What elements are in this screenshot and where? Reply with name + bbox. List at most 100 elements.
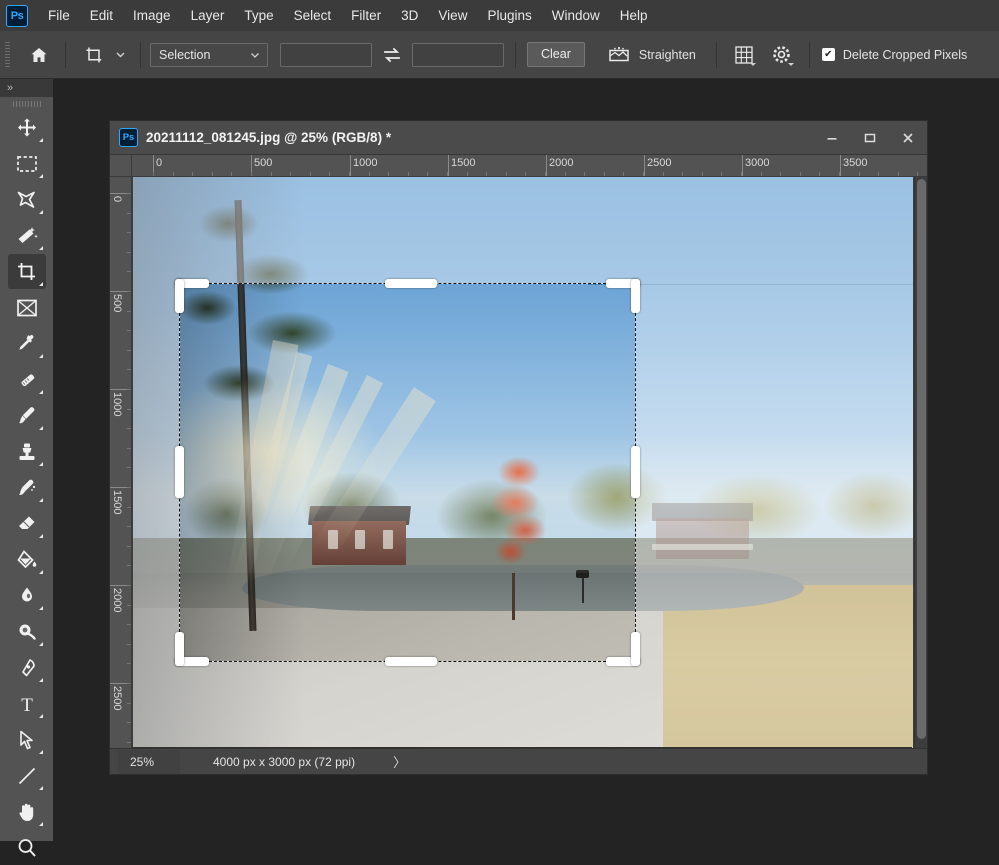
expand-panel-icon[interactable]: » — [7, 82, 13, 94]
frame-tool[interactable] — [8, 290, 46, 325]
options-bar-grip[interactable] — [5, 41, 10, 68]
crop-height-input[interactable] — [412, 42, 504, 67]
eyedropper-tool[interactable] — [8, 326, 46, 361]
flyout-triangle-icon — [38, 210, 43, 214]
menu-layer[interactable]: Layer — [181, 4, 235, 27]
menu-3d[interactable]: 3D — [391, 4, 428, 27]
straighten-button[interactable]: Straighten — [599, 42, 704, 68]
menu-edit[interactable]: Edit — [80, 4, 123, 27]
paint-bucket-tool[interactable] — [8, 542, 46, 577]
hand-tool[interactable] — [8, 794, 46, 829]
document-dimensions-label: 4000 px x 3000 px (72 ppi) — [213, 754, 356, 769]
crop-handle-left-middle[interactable] — [175, 446, 184, 498]
crop-handle-top-right-v[interactable] — [631, 279, 640, 313]
crop-dim-left — [133, 284, 180, 661]
menu-select[interactable]: Select — [284, 4, 342, 27]
history-brush-tool[interactable] — [8, 470, 46, 505]
zoom-tool[interactable] — [8, 830, 46, 865]
menu-plugins[interactable]: Plugins — [477, 4, 541, 27]
divider — [65, 41, 66, 68]
crop-handle-right-middle[interactable] — [631, 446, 640, 498]
flyout-triangle-icon — [38, 678, 43, 682]
zoom-level-field[interactable]: 25% — [118, 749, 180, 774]
delete-cropped-pixels-checkbox[interactable]: ✔ Delete Cropped Pixels — [821, 48, 967, 62]
tools-panel-grip[interactable] — [12, 101, 41, 107]
straighten-label: Straighten — [638, 47, 696, 62]
horizontal-ruler[interactable]: 0 500 1000 1500 2000 2500 3000 3500 — [132, 155, 927, 177]
crop-selection-rect[interactable] — [179, 283, 636, 662]
rectangular-marquee-tool[interactable] — [8, 146, 46, 181]
crop-handle-top-left-v[interactable] — [175, 279, 184, 313]
flyout-triangle-icon — [38, 714, 43, 718]
vertical-scrollbar-thumb[interactable] — [917, 179, 926, 739]
document-file-icon: Ps — [119, 128, 138, 147]
crop-ratio-value: Selection — [159, 47, 211, 62]
line-shape-tool[interactable] — [8, 758, 46, 793]
vertical-ruler[interactable]: 0 500 1000 1500 2000 2500 — [110, 177, 132, 760]
crop-handle-top-middle[interactable] — [385, 279, 437, 288]
pen-tool[interactable] — [8, 650, 46, 685]
menu-filter[interactable]: Filter — [341, 4, 391, 27]
crop-tool[interactable] — [7, 254, 46, 289]
flyout-triangle-icon — [38, 786, 43, 790]
ruler-v-label: 500 — [111, 294, 123, 313]
flyout-triangle-icon — [38, 246, 43, 250]
crop-dim-bottom — [133, 661, 913, 760]
crop-width-input[interactable] — [280, 42, 372, 67]
smudge-tool[interactable] — [8, 578, 46, 613]
document-window: Ps 20211112_081245.jpg @ 25% (RGB/8) * 0… — [109, 120, 928, 775]
lasso-tool[interactable] — [8, 182, 46, 217]
crop-tool-icon[interactable] — [79, 40, 109, 70]
status-expand-arrow-icon[interactable]: 〉 — [393, 752, 406, 771]
tools-panel-header: » — [0, 79, 53, 97]
crop-dim-top — [133, 177, 913, 284]
minimize-button[interactable] — [813, 122, 851, 154]
menu-file[interactable]: File — [38, 4, 80, 27]
move-tool[interactable] — [8, 110, 46, 145]
crop-handle-bottom-middle[interactable] — [385, 657, 437, 666]
document-image[interactable] — [133, 177, 913, 760]
crop-tool-preset-chevron[interactable] — [109, 40, 131, 70]
checkbox-checked-icon: ✔ — [821, 48, 835, 61]
brush-tool[interactable] — [8, 398, 46, 433]
crop-dim-right — [635, 284, 913, 661]
menu-view[interactable]: View — [428, 4, 477, 27]
menu-help[interactable]: Help — [610, 4, 658, 27]
document-title-bar[interactable]: Ps 20211112_081245.jpg @ 25% (RGB/8) * — [110, 121, 927, 155]
path-selection-tool[interactable] — [8, 722, 46, 757]
crop-ratio-select[interactable]: Selection — [150, 42, 268, 67]
magic-wand-tool[interactable] — [8, 218, 46, 253]
dodge-tool[interactable] — [8, 614, 46, 649]
canvas-area[interactable] — [132, 177, 927, 760]
flyout-triangle-icon — [38, 462, 43, 466]
clone-stamp-tool[interactable] — [8, 434, 46, 469]
healing-brush-tool[interactable] — [8, 362, 46, 397]
crop-handle-bottom-left-v[interactable] — [175, 632, 184, 666]
menu-window[interactable]: Window — [542, 4, 610, 27]
menu-type[interactable]: Type — [234, 4, 283, 27]
chevron-down-icon — [787, 62, 794, 66]
grid-overlay-icon[interactable] — [729, 40, 759, 70]
crop-handle-bottom-right-v[interactable] — [631, 632, 640, 666]
menu-image[interactable]: Image — [123, 4, 181, 27]
flyout-triangle-icon — [38, 282, 43, 286]
close-button[interactable] — [889, 122, 927, 154]
clear-button[interactable]: Clear — [527, 42, 585, 67]
ruler-h-label: 0 — [156, 157, 163, 169]
divider — [808, 41, 810, 68]
swap-arrows-icon[interactable] — [379, 43, 405, 67]
type-tool[interactable]: T — [8, 686, 46, 721]
gear-icon[interactable] — [767, 40, 797, 70]
flyout-triangle-icon — [38, 822, 43, 826]
flyout-triangle-icon — [38, 570, 43, 574]
straighten-icon — [607, 45, 631, 65]
maximize-restore-button[interactable] — [851, 122, 889, 154]
flyout-triangle-icon — [38, 642, 43, 646]
vertical-scrollbar[interactable] — [914, 177, 927, 760]
home-icon[interactable] — [22, 40, 56, 70]
flyout-triangle-icon — [38, 534, 43, 538]
ruler-corner[interactable] — [110, 155, 132, 177]
ruler-h-label: 1000 — [353, 157, 378, 169]
svg-text:T: T — [21, 695, 33, 715]
eraser-tool[interactable] — [8, 506, 46, 541]
